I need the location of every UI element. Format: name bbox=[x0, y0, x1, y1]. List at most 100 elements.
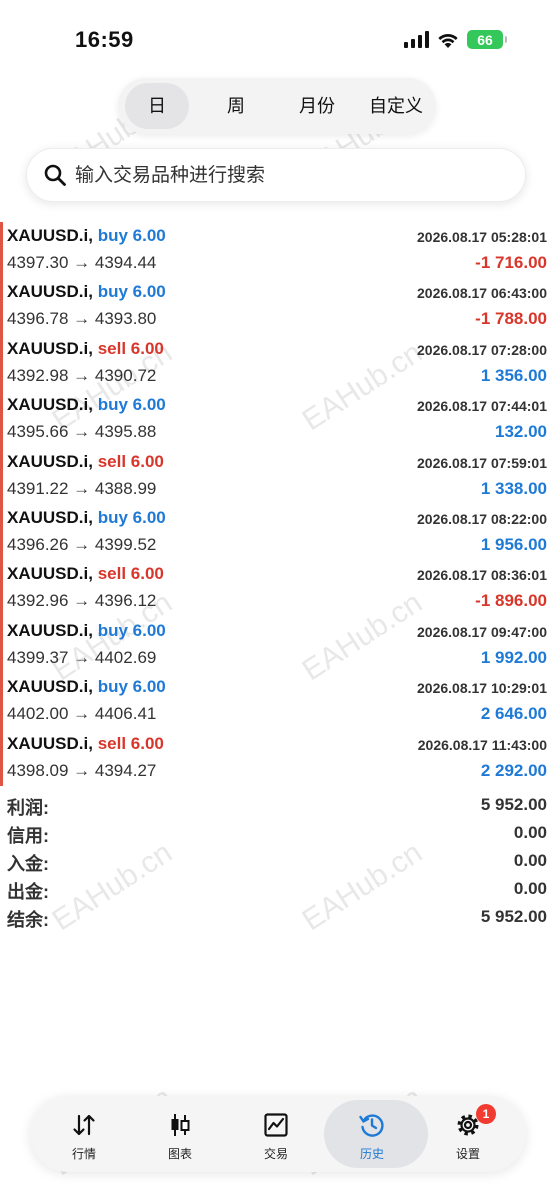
cellular-signal-icon bbox=[404, 31, 429, 48]
trade-time: 2026.08.17 09:47:00 bbox=[417, 623, 547, 640]
tab-day[interactable]: 日 bbox=[125, 83, 189, 129]
candlestick-chart-icon bbox=[171, 1114, 190, 1136]
nav-trade[interactable]: 交易 bbox=[236, 1096, 316, 1172]
trade-chart-icon bbox=[264, 1113, 288, 1137]
trade-row[interactable]: XAUUSD.i, sell 6.00 2026.08.17 07:59:01 … bbox=[0, 447, 553, 504]
tab-week[interactable]: 周 bbox=[208, 78, 264, 134]
summary-credit: 信用: 0.00 bbox=[0, 820, 553, 848]
trade-symbol-line: XAUUSD.i, buy 6.00 bbox=[7, 677, 166, 697]
trade-time: 2026.08.17 07:59:01 bbox=[417, 454, 547, 471]
nav-chart[interactable]: 图表 bbox=[140, 1096, 220, 1172]
summary-label: 入金: bbox=[7, 854, 49, 874]
trade-prices: 4395.66 → 4395.88 bbox=[7, 422, 157, 442]
trade-row[interactable]: XAUUSD.i, buy 6.00 2026.08.17 10:29:01 4… bbox=[0, 673, 553, 730]
trade-row[interactable]: XAUUSD.i, buy 6.00 2026.08.17 06:43:00 4… bbox=[0, 278, 553, 335]
status-bar: 16:59 66 bbox=[0, 0, 553, 70]
summary-label: 结余: bbox=[7, 910, 49, 930]
search-input[interactable] bbox=[75, 158, 505, 194]
trade-symbol-line: XAUUSD.i, buy 6.00 bbox=[7, 395, 166, 415]
trade-row[interactable]: XAUUSD.i, sell 6.00 2026.08.17 11:43:00 … bbox=[0, 729, 553, 786]
tab-day-label: 日 bbox=[148, 96, 166, 116]
trade-symbol: XAUUSD.i, bbox=[7, 395, 93, 415]
trade-prices: 4399.37 → 4402.69 bbox=[7, 647, 157, 667]
nav-history-label: 历史 bbox=[359, 1147, 384, 1161]
trade-row[interactable]: XAUUSD.i, sell 6.00 2026.08.17 08:36:01 … bbox=[0, 560, 553, 617]
nav-settings[interactable]: 1 设置 bbox=[428, 1096, 508, 1172]
trade-row[interactable]: XAUUSD.i, sell 6.00 2026.08.17 07:28:00 … bbox=[0, 334, 553, 392]
tab-custom[interactable]: 自定义 bbox=[361, 78, 431, 134]
nav-quotes[interactable]: 行情 bbox=[44, 1096, 124, 1172]
trade-prices: 4397.30 → 4394.44 bbox=[7, 253, 157, 272]
quotes-arrows-icon bbox=[73, 1114, 95, 1136]
trade-profit: -1 716.00 bbox=[475, 253, 547, 272]
trade-profit: 132.00 bbox=[495, 422, 547, 442]
trade-time: 2026.08.17 06:43:00 bbox=[417, 285, 547, 302]
trade-symbol: XAUUSD.i, bbox=[7, 507, 93, 527]
trade-side: buy 6.00 bbox=[97, 395, 166, 415]
trade-prices: 4402.00 → 4406.41 bbox=[7, 704, 157, 724]
trade-row[interactable]: XAUUSD.i, buy 6.00 2026.08.17 09:47:00 4… bbox=[0, 616, 553, 674]
trade-profit: 1 956.00 bbox=[480, 534, 547, 554]
trade-symbol-line: XAUUSD.i, buy 6.00 bbox=[7, 508, 166, 528]
trade-profit: 1 338.00 bbox=[480, 478, 547, 498]
trade-symbol: XAUUSD.i, bbox=[7, 451, 93, 471]
status-icons: 66 bbox=[404, 30, 507, 49]
trade-side: sell 6.00 bbox=[97, 451, 164, 471]
trade-symbol-line: XAUUSD.i, buy 6.00 bbox=[7, 226, 166, 246]
summary-label: 利润: bbox=[7, 798, 49, 818]
trade-side: sell 6.00 bbox=[97, 338, 164, 358]
tab-month[interactable]: 月份 bbox=[284, 78, 350, 134]
trade-side: buy 6.00 bbox=[97, 677, 166, 697]
notification-badge: 1 bbox=[476, 1104, 496, 1124]
wifi-icon bbox=[438, 33, 458, 48]
trade-prices: 4396.26 → 4399.52 bbox=[7, 534, 157, 554]
summary-withdrawal: 出金: 0.00 bbox=[0, 876, 553, 904]
status-time: 16:59 bbox=[75, 27, 134, 52]
trade-symbol: XAUUSD.i, bbox=[7, 677, 93, 697]
battery-level: 66 bbox=[477, 31, 493, 48]
trade-time: 2026.08.17 05:28:01 bbox=[417, 229, 547, 245]
summary-balance: 结余: 5 952.00 bbox=[0, 904, 553, 932]
trade-time: 2026.08.17 08:22:00 bbox=[417, 510, 547, 527]
trade-time: 2026.08.17 11:43:00 bbox=[417, 736, 547, 753]
summary-label: 出金: bbox=[7, 882, 49, 902]
summary-value: 0.00 bbox=[513, 851, 547, 870]
period-tabs: 日 周 月份 自定义 bbox=[118, 78, 436, 134]
trade-profit: -1 896.00 bbox=[475, 591, 547, 611]
battery-icon: 66 bbox=[467, 30, 507, 49]
trade-row[interactable]: XAUUSD.i, buy 6.00 2026.08.17 08:22:00 4… bbox=[0, 503, 553, 561]
nav-history[interactable]: 历史 bbox=[324, 1096, 428, 1172]
trade-side: buy 6.00 bbox=[97, 282, 166, 302]
trade-side: sell 6.00 bbox=[97, 564, 164, 584]
search-icon bbox=[44, 164, 66, 186]
trade-profit: -1 788.00 bbox=[475, 309, 547, 329]
trade-symbol: XAUUSD.i, bbox=[7, 226, 93, 245]
trade-symbol: XAUUSD.i, bbox=[7, 282, 93, 302]
nav-chart-label: 图表 bbox=[167, 1147, 192, 1161]
trade-side: buy 6.00 bbox=[97, 620, 166, 640]
trade-side: buy 6.00 bbox=[97, 226, 166, 245]
trade-symbol: XAUUSD.i, bbox=[7, 564, 93, 584]
bottom-nav: 行情 图表 交易 历史 1 设置 bbox=[30, 1096, 526, 1172]
tab-week-label: 周 bbox=[227, 96, 245, 116]
trade-row[interactable]: XAUUSD.i, buy 6.00 2026.08.17 07:44:01 4… bbox=[0, 391, 553, 448]
trade-side: buy 6.00 bbox=[97, 507, 166, 527]
trade-profit: 1 992.00 bbox=[480, 647, 547, 667]
summary-value: 0.00 bbox=[513, 823, 547, 842]
trade-prices: 4391.22 → 4388.99 bbox=[7, 478, 157, 498]
summary-value: 0.00 bbox=[513, 879, 547, 898]
trade-row[interactable]: XAUUSD.i, buy 6.00 2026.08.17 05:28:01 4… bbox=[0, 222, 553, 279]
nav-trade-label: 交易 bbox=[263, 1147, 288, 1161]
trade-time: 2026.08.17 10:29:01 bbox=[417, 680, 547, 697]
trade-list: XAUUSD.i, buy 6.00 2026.08.17 05:28:01 4… bbox=[0, 222, 553, 786]
trade-symbol-line: XAUUSD.i, buy 6.00 bbox=[7, 282, 166, 302]
account-summary: 利润: 5 952.00 信用: 0.00 入金: 0.00 出金: 0.00 … bbox=[0, 792, 553, 932]
trade-profit: 2 646.00 bbox=[480, 704, 547, 724]
nav-settings-label: 设置 bbox=[455, 1147, 480, 1161]
trade-time: 2026.08.17 08:36:01 bbox=[417, 567, 547, 584]
summary-value: 5 952.00 bbox=[480, 795, 547, 814]
trade-symbol-line: XAUUSD.i, sell 6.00 bbox=[7, 339, 164, 359]
trade-prices: 4392.96 → 4396.12 bbox=[7, 591, 157, 611]
summary-deposit: 入金: 0.00 bbox=[0, 848, 553, 876]
trade-profit: 1 356.00 bbox=[480, 365, 547, 385]
